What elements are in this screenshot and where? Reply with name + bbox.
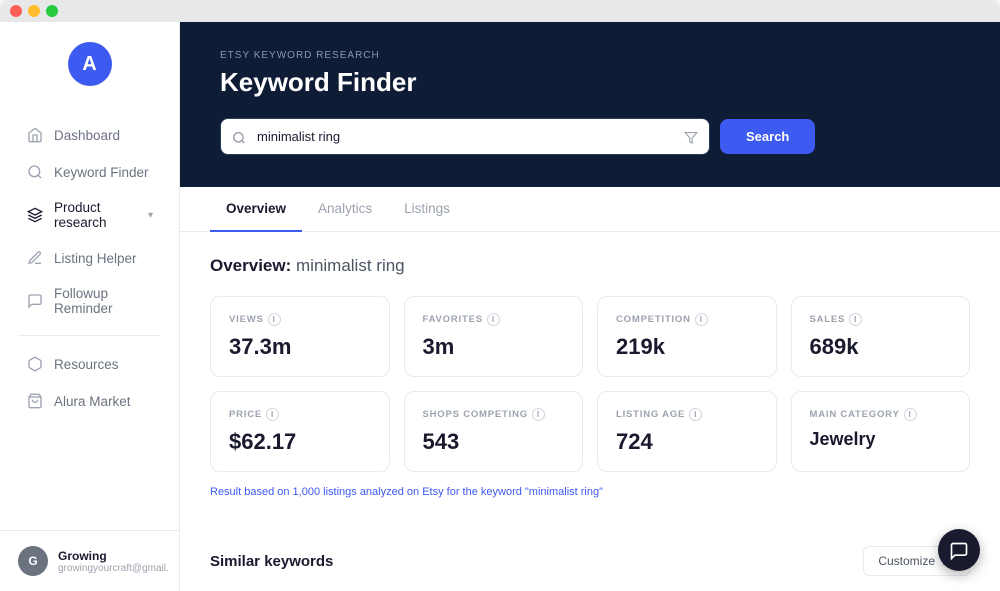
stats-row-1: VIEWS i 37.3m FAVORITES i 3m (210, 296, 970, 377)
search-icon (232, 128, 246, 144)
overview-title: Overview: minimalist ring (210, 256, 970, 276)
stat-value-main-category: Jewelry (810, 429, 952, 450)
info-icon[interactable]: i (487, 313, 500, 326)
sidebar-item-keyword-finder[interactable]: Keyword Finder (8, 154, 171, 190)
stat-value-price: $62.17 (229, 429, 371, 455)
main-content: ETSY KEYWORD RESEARCH Keyword Finder Sea… (180, 22, 1000, 591)
sidebar-item-resources[interactable]: Resources (8, 346, 171, 382)
sidebar-item-followup-reminder[interactable]: Followup Reminder (8, 277, 171, 325)
info-icon[interactable]: i (695, 313, 708, 326)
content-area: Overview Analytics Listings Overview: mi… (180, 187, 1000, 591)
stat-value-competition: 219k (616, 334, 758, 360)
filter-icon[interactable] (684, 128, 698, 144)
sidebar-item-listing-helper[interactable]: Listing Helper (8, 240, 171, 276)
sidebar-item-label: Resources (54, 357, 119, 372)
stat-label-favorites: FAVORITES i (423, 313, 565, 326)
stat-label-views: VIEWS i (229, 313, 371, 326)
sidebar-item-label: Keyword Finder (54, 165, 149, 180)
info-icon[interactable]: i (268, 313, 281, 326)
stat-value-favorites: 3m (423, 334, 565, 360)
stats-row-2: PRICE i $62.17 SHOPS COMPETING i 543 (210, 391, 970, 472)
close-dot[interactable] (10, 5, 22, 17)
info-icon[interactable]: i (849, 313, 862, 326)
sidebar-item-label: Followup Reminder (54, 286, 153, 316)
stat-label-competition: COMPETITION i (616, 313, 758, 326)
pen-icon (26, 249, 44, 267)
house-icon (26, 126, 44, 144)
stat-label-main-category: MAIN CATEGORY i (810, 408, 952, 421)
result-note: Result based on 1,000 listings analyzed … (210, 486, 970, 498)
stat-label-price: PRICE i (229, 408, 371, 421)
stat-card-main-category: MAIN CATEGORY i Jewelry (791, 391, 971, 472)
user-email: growingyourcraft@gmail. (58, 563, 169, 574)
box-icon (26, 355, 44, 373)
chevron-down-icon: ▾ (148, 210, 153, 221)
stat-card-competition: COMPETITION i 219k (597, 296, 777, 377)
overview-keyword: minimalist ring (296, 256, 405, 275)
header-label: ETSY KEYWORD RESEARCH (220, 50, 960, 61)
sidebar-item-product-research[interactable]: Product research ▾ (8, 191, 171, 239)
tab-analytics[interactable]: Analytics (302, 187, 388, 232)
stat-card-sales: SALES i 689k (791, 296, 971, 377)
sidebar-item-dashboard[interactable]: Dashboard (8, 117, 171, 153)
similar-keywords-title: Similar keywords (210, 553, 333, 570)
maximize-dot[interactable] (46, 5, 58, 17)
minimize-dot[interactable] (28, 5, 40, 17)
similar-keywords-section: Similar keywords Customize KEYWORD ⇅ (180, 546, 1000, 591)
window-chrome (0, 0, 1000, 22)
stat-value-listing-age: 724 (616, 429, 758, 455)
user-name: Growing (58, 549, 169, 563)
sidebar-item-label: Alura Market (54, 394, 131, 409)
stat-label-sales: SALES i (810, 313, 952, 326)
search-bar: Search (220, 118, 960, 155)
sidebar-item-label: Dashboard (54, 128, 120, 143)
stat-card-favorites: FAVORITES i 3m (404, 296, 584, 377)
stat-label-shops-competing: SHOPS COMPETING i (423, 408, 565, 421)
stat-value-sales: 689k (810, 334, 952, 360)
logo: A (0, 22, 179, 106)
search-button[interactable]: Search (720, 119, 815, 154)
avatar: G (18, 546, 48, 576)
info-icon[interactable]: i (532, 408, 545, 421)
chat-fab-icon (949, 539, 969, 560)
info-icon[interactable]: i (689, 408, 702, 421)
store-icon (26, 392, 44, 410)
similar-keywords-header: Similar keywords Customize (210, 546, 970, 576)
stat-value-views: 37.3m (229, 334, 371, 360)
stat-card-price: PRICE i $62.17 (210, 391, 390, 472)
header-title: Keyword Finder (220, 67, 960, 98)
info-icon[interactable]: i (266, 408, 279, 421)
sidebar-item-label: Product research (54, 200, 138, 230)
logo-letter: A (82, 53, 96, 76)
stat-card-views: VIEWS i 37.3m (210, 296, 390, 377)
layers-icon (26, 206, 44, 224)
stat-label-listing-age: LISTING AGE i (616, 408, 758, 421)
sidebar: A Dashboard Keyword Finder (0, 22, 180, 591)
sidebar-item-alura-market[interactable]: Alura Market (8, 383, 171, 419)
tab-overview[interactable]: Overview (210, 187, 302, 232)
stat-value-shops-competing: 543 (423, 429, 565, 455)
sidebar-nav: Dashboard Keyword Finder Product researc… (0, 106, 179, 530)
overview-title-bold: Overview: (210, 256, 291, 275)
chat-icon (26, 292, 44, 310)
stat-card-shops-competing: SHOPS COMPETING i 543 (404, 391, 584, 472)
sidebar-footer: G Growing growingyourcraft@gmail. (0, 530, 179, 591)
tab-listings[interactable]: Listings (388, 187, 466, 232)
logo-circle: A (68, 42, 112, 86)
user-info: Growing growingyourcraft@gmail. (58, 549, 169, 574)
stat-card-listing-age: LISTING AGE i 724 (597, 391, 777, 472)
chat-fab-button[interactable] (938, 529, 980, 571)
search-icon (26, 163, 44, 181)
sidebar-item-label: Listing Helper (54, 251, 137, 266)
overview-section: Overview: minimalist ring VIEWS i 37.3m (180, 232, 1000, 546)
header: ETSY KEYWORD RESEARCH Keyword Finder Sea… (180, 22, 1000, 187)
search-input-wrapper (220, 118, 710, 155)
tabs-bar: Overview Analytics Listings (180, 187, 1000, 232)
search-input[interactable] (220, 118, 710, 155)
info-icon[interactable]: i (904, 408, 917, 421)
nav-divider (18, 335, 161, 336)
